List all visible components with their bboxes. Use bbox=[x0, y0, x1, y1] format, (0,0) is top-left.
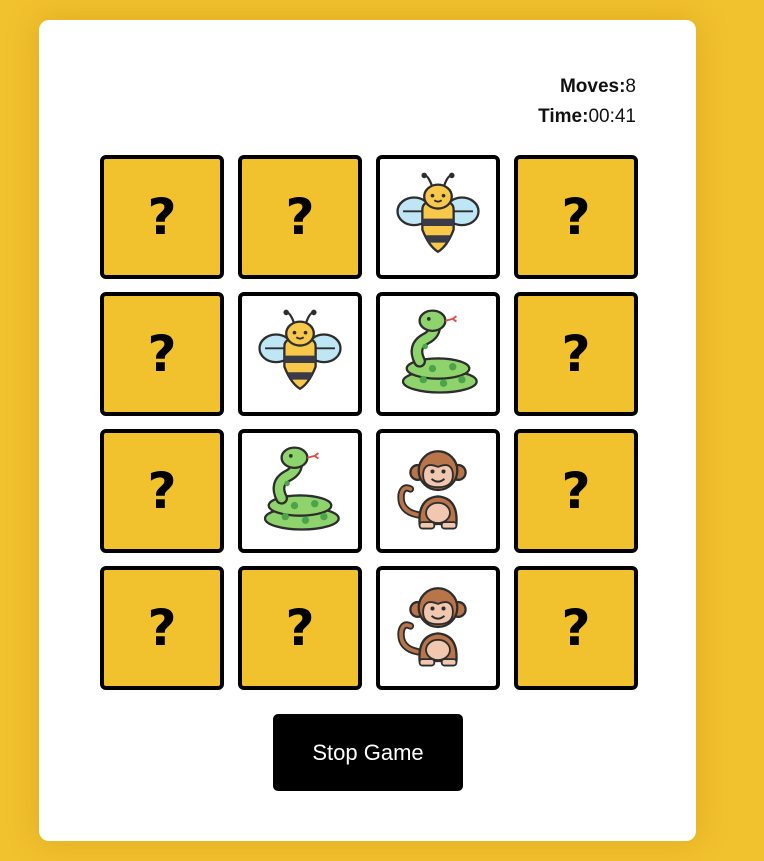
card-8[interactable]: ? bbox=[514, 292, 638, 416]
card-6[interactable] bbox=[238, 292, 362, 416]
timer: Time:00:41 bbox=[538, 102, 636, 132]
snake-icon bbox=[392, 306, 484, 403]
question-mark-icon: ? bbox=[561, 599, 591, 657]
card-12[interactable]: ? bbox=[514, 429, 638, 553]
monkey-icon bbox=[392, 580, 484, 677]
card-16[interactable]: ? bbox=[514, 566, 638, 690]
bee-icon bbox=[254, 306, 346, 403]
bee-icon bbox=[392, 169, 484, 266]
stats: Moves:8 Time:00:41 bbox=[538, 72, 636, 132]
game-panel: Moves:8 Time:00:41 ?? ?? ? ? ? ? ? ? Sto… bbox=[39, 20, 696, 841]
card-13[interactable]: ? bbox=[100, 566, 224, 690]
moves-value: 8 bbox=[625, 76, 636, 97]
card-5[interactable]: ? bbox=[100, 292, 224, 416]
card-10[interactable] bbox=[238, 429, 362, 553]
moves-counter: Moves:8 bbox=[538, 72, 636, 102]
question-mark-icon: ? bbox=[285, 188, 315, 246]
question-mark-icon: ? bbox=[147, 599, 177, 657]
card-9[interactable]: ? bbox=[100, 429, 224, 553]
question-mark-icon: ? bbox=[147, 325, 177, 383]
card-grid: ?? ?? ? ? ? ? ? ? bbox=[100, 155, 638, 690]
question-mark-icon: ? bbox=[561, 325, 591, 383]
question-mark-icon: ? bbox=[561, 462, 591, 520]
card-4[interactable]: ? bbox=[514, 155, 638, 279]
card-11[interactable] bbox=[376, 429, 500, 553]
moves-label: Moves: bbox=[559, 76, 626, 97]
time-label: Time: bbox=[538, 106, 589, 127]
card-14[interactable]: ? bbox=[238, 566, 362, 690]
card-1[interactable]: ? bbox=[100, 155, 224, 279]
question-mark-icon: ? bbox=[147, 462, 177, 520]
card-2[interactable]: ? bbox=[238, 155, 362, 279]
question-mark-icon: ? bbox=[147, 188, 177, 246]
snake-icon bbox=[254, 443, 346, 540]
time-value: 00:41 bbox=[588, 106, 636, 127]
stop-game-button[interactable]: Stop Game bbox=[273, 714, 463, 791]
card-7[interactable] bbox=[376, 292, 500, 416]
question-mark-icon: ? bbox=[285, 599, 315, 657]
card-15[interactable] bbox=[376, 566, 500, 690]
card-3[interactable] bbox=[376, 155, 500, 279]
monkey-icon bbox=[392, 443, 484, 540]
question-mark-icon: ? bbox=[561, 188, 591, 246]
